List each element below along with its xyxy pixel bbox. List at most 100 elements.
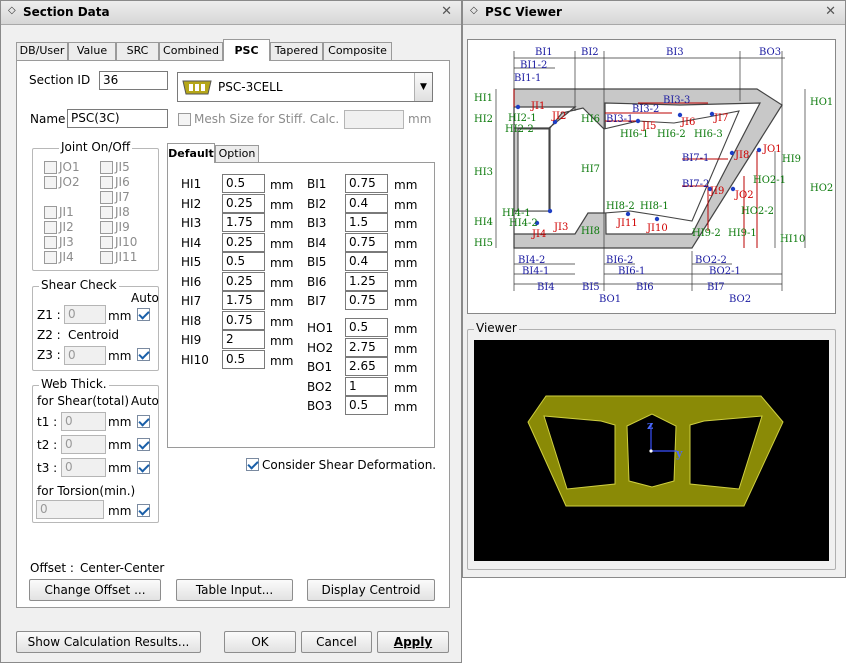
tab-src[interactable]: SRC (116, 42, 159, 60)
joint-checkbox-ji1[interactable] (44, 206, 57, 219)
consider-shear-checkbox[interactable] (246, 458, 259, 471)
svg-text:BI3: BI3 (666, 47, 684, 58)
t2-label: t2 : (37, 438, 58, 452)
t3-label: t3 : (37, 461, 58, 475)
joint-checkbox-ji3[interactable] (44, 236, 57, 249)
section-data-titlebar[interactable]: ◇ Section Data ✕ (1, 1, 461, 25)
tab-tapered[interactable]: Tapered (270, 42, 323, 60)
joint-checkbox-ji5[interactable] (100, 161, 113, 174)
joint-checkbox-ji6[interactable] (100, 176, 113, 189)
display-centroid-button[interactable]: Display Centroid (307, 579, 435, 601)
show-calc-results-button[interactable]: Show Calculation Results... (16, 631, 201, 653)
param-input-hi4[interactable]: 0.25 (222, 232, 265, 252)
torsion-input[interactable]: 0 (36, 500, 104, 519)
param-label-bi7: BI7 (307, 294, 327, 308)
param-input-hi2[interactable]: 0.25 (222, 193, 265, 213)
z1-auto-checkbox[interactable] (137, 308, 150, 321)
change-offset-button[interactable]: Change Offset ... (29, 579, 161, 601)
joint-checkbox-ji7[interactable] (100, 191, 113, 204)
joint-checkbox-ji2[interactable] (44, 221, 57, 234)
tab-value[interactable]: Value (68, 42, 116, 60)
svg-text:HI8-2: HI8-2 (606, 201, 635, 212)
ok-button[interactable]: OK (224, 631, 296, 653)
section-id-input[interactable]: 36 (99, 71, 168, 90)
param-input-bi7[interactable]: 0.75 (345, 291, 388, 310)
t1-auto-checkbox[interactable] (137, 415, 150, 428)
param-input-ho2[interactable]: 2.75 (345, 337, 388, 357)
param-input-bi1[interactable]: 0.75 (345, 174, 388, 193)
apply-button[interactable]: Apply (377, 631, 449, 653)
web-group-title: Web Thick. (39, 377, 109, 391)
joint-checkbox-ji10[interactable] (100, 236, 113, 249)
param-unit-hi5: mm (270, 256, 294, 270)
t1-input[interactable]: 0 (61, 412, 106, 431)
param-input-bo3[interactable]: 0.5 (345, 396, 388, 415)
param-input-bi3[interactable]: 1.5 (345, 213, 388, 232)
param-input-bi2[interactable]: 0.4 (345, 193, 388, 213)
close-icon[interactable]: ✕ (825, 4, 836, 19)
svg-text:HI6: HI6 (581, 114, 600, 125)
param-input-hi6[interactable]: 0.25 (222, 271, 265, 291)
mesh-size-checkbox[interactable] (178, 113, 191, 126)
svg-text:BO2-2: BO2-2 (695, 255, 727, 266)
param-input-bo2[interactable]: 1 (345, 376, 388, 396)
param-input-hi10[interactable]: 0.5 (222, 349, 265, 369)
joint-checkbox-jo2[interactable] (44, 176, 57, 189)
web-auto-label: Auto (131, 394, 159, 408)
param-input-hi3[interactable]: 1.75 (222, 213, 265, 232)
dropdown-button[interactable]: ▼ (414, 73, 432, 101)
param-input-hi8[interactable]: 0.75 (222, 310, 265, 330)
param-input-hi1[interactable]: 0.5 (222, 174, 265, 193)
param-input-hi9[interactable]: 2 (222, 330, 265, 349)
param-label-hi2: HI2 (181, 196, 202, 211)
z1-input[interactable]: 0 (64, 305, 106, 324)
param-unit-bo1: mm (394, 361, 418, 375)
subtab-default[interactable]: Default (167, 143, 215, 163)
t3-auto-checkbox[interactable] (137, 461, 150, 474)
param-input-bi6[interactable]: 1.25 (345, 271, 388, 291)
joint-checkbox-ji11[interactable] (100, 251, 113, 264)
cancel-button[interactable]: Cancel (301, 631, 372, 653)
joint-checkbox-jo1[interactable] (44, 161, 57, 174)
torsion-auto-checkbox[interactable] (137, 504, 150, 517)
subtab-option[interactable]: Option (215, 145, 259, 162)
offset-value: Center-Center (80, 561, 165, 575)
t2-input[interactable]: 0 (61, 435, 106, 454)
mesh-size-input[interactable] (344, 110, 404, 129)
section-type-select[interactable]: PSC-3CELL ▼ (177, 72, 433, 102)
tab-psc[interactable]: PSC (223, 39, 270, 61)
name-input[interactable]: PSC(3C) (67, 109, 168, 128)
joint-checkbox-ji4[interactable] (44, 251, 57, 264)
psc-viewer-titlebar[interactable]: ◇ PSC Viewer ✕ (463, 1, 845, 25)
section-3d-viewport[interactable]: z y (474, 340, 829, 561)
svg-text:JI8: JI8 (734, 150, 749, 161)
param-input-hi5[interactable]: 0.5 (222, 252, 265, 271)
joint-checkbox-ji9[interactable] (100, 221, 113, 234)
joint-checkbox-ji8[interactable] (100, 206, 113, 219)
svg-text:JI2: JI2 (551, 111, 566, 122)
param-unit-bi1: mm (394, 178, 418, 192)
z3-auto-checkbox[interactable] (137, 348, 150, 361)
param-input-bo1[interactable]: 2.65 (345, 357, 388, 376)
param-input-bi4[interactable]: 0.75 (345, 232, 388, 252)
z3-input[interactable]: 0 (64, 346, 106, 365)
t2-auto-checkbox[interactable] (137, 438, 150, 451)
tab-combined[interactable]: Combined (159, 42, 223, 60)
param-input-bi5[interactable]: 0.4 (345, 252, 388, 271)
pin-icon[interactable]: ◇ (8, 5, 16, 16)
param-input-hi7[interactable]: 1.75 (222, 291, 265, 310)
joint-label-ji5: JI5 (115, 160, 130, 174)
pin-icon[interactable]: ◇ (470, 5, 478, 16)
t3-input[interactable]: 0 (61, 458, 106, 477)
table-input-button[interactable]: Table Input... (176, 579, 293, 601)
svg-text:HI6-2: HI6-2 (657, 129, 686, 140)
psc-viewer-title: PSC Viewer (485, 5, 562, 19)
param-input-ho1[interactable]: 0.5 (345, 318, 388, 337)
svg-text:JI1: JI1 (530, 101, 545, 112)
for-shear-label: for Shear(total) (37, 394, 130, 408)
tab-composite[interactable]: Composite (323, 42, 392, 60)
apply-label: Apply (393, 635, 433, 649)
psc-3cell-icon (182, 80, 212, 95)
tab-db-user[interactable]: DB/User (16, 42, 68, 60)
close-icon[interactable]: ✕ (441, 4, 452, 19)
